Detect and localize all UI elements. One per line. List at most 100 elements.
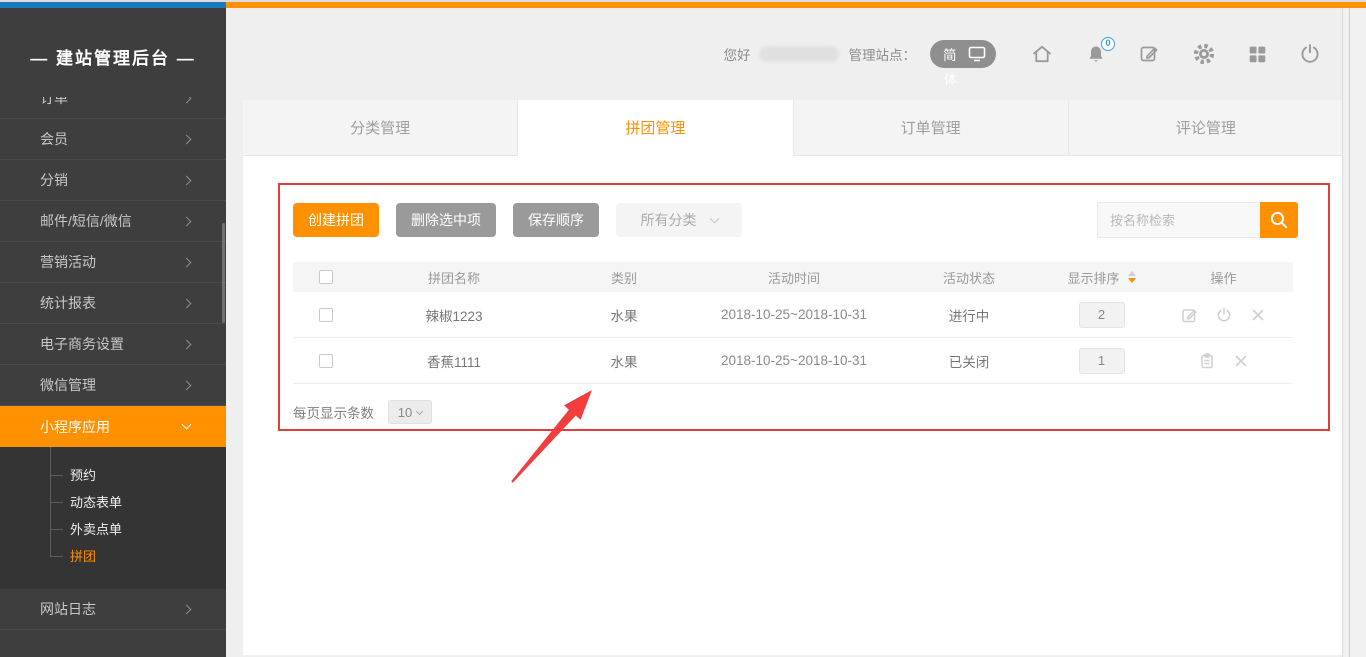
cell-status: 已关闭 <box>889 351 1049 371</box>
sidebar-item-orders-clipped: 订单 <box>0 97 226 119</box>
sidebar-scrollbar-thumb[interactable] <box>222 223 225 323</box>
tab-comment-management[interactable]: 评论管理 <box>1069 100 1343 156</box>
cell-actions <box>1154 352 1293 370</box>
cell-time: 2018-10-25~2018-10-31 <box>699 353 889 368</box>
cell-name: 香蕉1111 <box>359 351 549 371</box>
app-title: — 建站管理后台 — <box>0 8 226 69</box>
sidebar-item-site-logs[interactable]: 网站日志 <box>0 589 226 630</box>
search-group <box>1097 202 1298 238</box>
sort-order-input[interactable] <box>1079 302 1125 328</box>
tab-order-management[interactable]: 订单管理 <box>794 100 1069 156</box>
select-all-checkbox[interactable] <box>319 270 333 284</box>
sidebar-item-marketing[interactable]: 营销活动 <box>0 242 226 283</box>
submenu-item-takeout-order[interactable]: 外卖点单 <box>0 515 226 542</box>
page-size-select[interactable]: 10 <box>388 400 432 424</box>
sort-caret-icon[interactable] <box>1128 271 1136 283</box>
tab-content: 创建拼团 删除选中项 保存顺序 所有分类 拼团名称 类别 <box>243 156 1343 655</box>
cell-status: 进行中 <box>889 305 1049 325</box>
tab-groupbuy-management[interactable]: 拼团管理 <box>518 100 793 156</box>
topbar: 您好 管理站点： 简 体 0 <box>226 8 1340 100</box>
delete-icon[interactable] <box>1232 352 1250 370</box>
power-icon[interactable] <box>1298 42 1322 66</box>
language-toggle-second-char: 体 <box>944 69 957 88</box>
greeting-label: 您好 <box>724 44 751 64</box>
manage-site-label: 管理站点： <box>849 44 917 64</box>
submenu-item-dynamic-forms[interactable]: 动态表单 <box>0 488 226 515</box>
sidebar-item-members[interactable]: 会员 <box>0 119 226 160</box>
groupbuy-table: 拼团名称 类别 活动时间 活动状态 显示排序 操作 辣椒1223 水果 2 <box>293 262 1293 384</box>
chevron-right-icon <box>182 216 192 226</box>
chevron-right-icon <box>182 257 192 267</box>
redacted-username <box>759 46 839 62</box>
clipboard-icon[interactable] <box>1198 352 1216 370</box>
sidebar-item-distribution[interactable]: 分销 <box>0 160 226 201</box>
submenu-item-booking[interactable]: 预约 <box>0 461 226 488</box>
chevron-right-icon <box>182 175 192 185</box>
notification-badge: 0 <box>1101 37 1115 51</box>
cell-time: 2018-10-25~2018-10-31 <box>699 307 889 322</box>
table-row: 香蕉1111 水果 2018-10-25~2018-10-31 已关闭 <box>293 338 1293 384</box>
edit-icon[interactable] <box>1138 42 1162 66</box>
chevron-down-icon <box>182 420 192 430</box>
sort-desc-icon <box>1128 278 1136 283</box>
tab-bar: 分类管理 拼团管理 订单管理 评论管理 <box>243 100 1343 156</box>
sidebar-item-wechat-management[interactable]: 微信管理 <box>0 365 226 406</box>
col-header-actions: 操作 <box>1154 268 1293 287</box>
chevron-down-icon <box>709 213 719 223</box>
apps-grid-icon[interactable] <box>1246 43 1268 65</box>
sidebar-item-statistics[interactable]: 统计报表 <box>0 283 226 324</box>
sort-order-input[interactable] <box>1079 348 1125 374</box>
cell-actions <box>1154 306 1293 324</box>
col-header-status: 活动状态 <box>889 268 1049 287</box>
cell-name: 辣椒1223 <box>359 305 549 325</box>
home-icon[interactable] <box>1030 42 1054 66</box>
scrollbar-thumb <box>1349 8 1350 657</box>
sidebar-menu: 订单 会员 分销 邮件/短信/微信 营销活动 统计报表 电子商务设置 微信管理 … <box>0 97 226 630</box>
monitor-icon <box>968 46 986 62</box>
sidebar-item-mail-sms-wechat[interactable]: 邮件/短信/微信 <box>0 201 226 242</box>
power-icon[interactable] <box>1215 306 1233 324</box>
cell-category: 水果 <box>549 351 699 371</box>
col-header-name: 拼团名称 <box>359 268 549 287</box>
submenu-item-group-buy[interactable]: 拼团 <box>0 542 226 569</box>
cell-category: 水果 <box>549 305 699 325</box>
category-filter-dropdown[interactable]: 所有分类 <box>616 203 742 237</box>
delete-icon[interactable] <box>1249 306 1267 324</box>
chevron-right-icon <box>182 339 192 349</box>
search-icon <box>1268 209 1290 231</box>
search-input[interactable] <box>1097 202 1260 238</box>
sidebar-item-miniprogram-apps[interactable]: 小程序应用 <box>0 406 226 447</box>
tab-category-management[interactable]: 分类管理 <box>243 100 518 156</box>
chevron-right-icon <box>182 298 192 308</box>
chevron-right-icon <box>182 380 192 390</box>
edit-icon[interactable] <box>1181 306 1199 324</box>
language-toggle[interactable]: 简 体 <box>930 40 996 68</box>
col-header-category: 类别 <box>549 268 699 287</box>
toolbar: 创建拼团 删除选中项 保存顺序 所有分类 <box>293 202 1298 238</box>
table-row: 辣椒1223 水果 2018-10-25~2018-10-31 进行中 <box>293 292 1293 338</box>
chevron-right-icon <box>182 134 192 144</box>
search-button[interactable] <box>1260 202 1298 238</box>
sidebar-item-ecommerce-settings[interactable]: 电子商务设置 <box>0 324 226 365</box>
create-groupbuy-button[interactable]: 创建拼团 <box>293 203 379 237</box>
delete-selected-button[interactable]: 删除选中项 <box>396 203 496 237</box>
chevron-down-icon <box>416 407 423 414</box>
chevron-right-icon <box>182 604 192 614</box>
chevron-right-icon <box>182 97 192 103</box>
col-header-time: 活动时间 <box>699 268 889 287</box>
sidebar: — 建站管理后台 — 订单 会员 分销 邮件/短信/微信 营销活动 统计报表 电… <box>0 8 226 657</box>
page-scrollbar[interactable] <box>1342 8 1366 657</box>
pagination: 每页显示条数 10 <box>293 400 432 424</box>
sidebar-submenu: 预约 动态表单 外卖点单 拼团 <box>0 447 226 589</box>
row-checkbox[interactable] <box>319 354 333 368</box>
row-checkbox[interactable] <box>319 308 333 322</box>
sidebar-item-orders[interactable]: 订单 <box>0 97 226 119</box>
col-header-sort: 显示排序 <box>1049 268 1154 287</box>
main-panel: 分类管理 拼团管理 订单管理 评论管理 创建拼团 删除选中项 保存顺序 所有分类 <box>243 100 1343 655</box>
save-order-button[interactable]: 保存顺序 <box>513 203 599 237</box>
table-header-row: 拼团名称 类别 活动时间 活动状态 显示排序 操作 <box>293 262 1293 292</box>
page-size-label: 每页显示条数 <box>293 402 374 422</box>
bell-icon[interactable]: 0 <box>1084 42 1108 66</box>
gear-icon[interactable] <box>1192 42 1216 66</box>
sort-asc-icon <box>1128 271 1136 276</box>
